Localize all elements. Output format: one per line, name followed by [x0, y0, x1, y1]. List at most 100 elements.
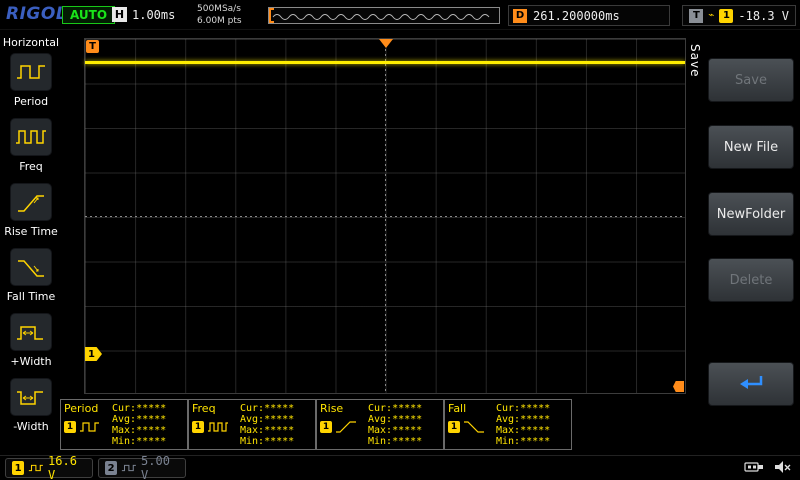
sidebar-item-label: +Width: [10, 355, 51, 368]
trigger-readout-group[interactable]: T ⌁ 1 -18.3 V: [682, 5, 796, 26]
horizontal-label: H: [112, 7, 127, 22]
sidebar-item-freq[interactable]: Freq: [0, 115, 62, 179]
save-menu-panel: Save Save New File NewFolder Delete: [686, 30, 800, 455]
sidebar-title: Horizontal: [0, 30, 62, 49]
measurement-freq[interactable]: Freq 1 Cur:***** Avg:***** Max:***** Min…: [188, 399, 316, 450]
confirm-return-button[interactable]: [708, 362, 794, 406]
waveform-display-area[interactable]: T 1: [84, 38, 686, 394]
trigger-corner-marker: T: [86, 40, 99, 53]
sample-rate: 500MSa/s: [197, 3, 242, 15]
sidebar-item-label: Rise Time: [4, 225, 58, 238]
run-status-badge[interactable]: AUTO: [62, 6, 115, 24]
measurement-cur: Cur:*****: [496, 403, 568, 414]
measurement-channel-badge: 1: [448, 421, 460, 433]
trigger-edge-icon: ⌁: [708, 10, 714, 21]
measurement-period[interactable]: Period 1 Cur:***** Avg:***** Max:***** M…: [60, 399, 188, 450]
preview-waveform-icon: [269, 8, 497, 23]
measurement-min: Min:*****: [240, 436, 312, 447]
freq-icon: [14, 124, 48, 150]
measurement-max: Max:*****: [240, 425, 312, 436]
period-glyph-icon: [78, 419, 102, 435]
sidebar-item-fall-time[interactable]: Fall Time: [0, 245, 62, 309]
measurement-rise[interactable]: Rise 1 Cur:***** Avg:***** Max:***** Min…: [316, 399, 444, 450]
channel2-scale-value: 5.00 V: [141, 454, 179, 480]
measurement-channel-badge: 1: [320, 421, 332, 433]
measure-sidebar: Horizontal Period Freq Rise Time Fall Ti…: [0, 30, 62, 455]
measurement-avg: Avg:*****: [112, 414, 184, 425]
measurement-max: Max:*****: [496, 425, 568, 436]
channel2-status[interactable]: 2 5.00 V: [98, 458, 186, 478]
measurement-fall[interactable]: Fall 1 Cur:***** Avg:***** Max:***** Min…: [444, 399, 572, 450]
return-arrow-icon: [731, 372, 771, 396]
sidebar-item-label: Fall Time: [7, 290, 56, 303]
status-icons: [744, 459, 792, 475]
measurement-cur: Cur:*****: [240, 403, 312, 414]
trigger-position-arrow-icon[interactable]: [379, 39, 393, 48]
period-icon: [14, 59, 48, 85]
measurement-name: Rise: [320, 402, 368, 415]
trigger-label: T: [689, 9, 703, 23]
sidebar-item-rise-time[interactable]: Rise Time: [0, 180, 62, 244]
menu-tab-save: Save: [688, 44, 702, 77]
sidebar-item-label: Period: [14, 95, 48, 108]
sidebar-item-plus-width[interactable]: +Width: [0, 310, 62, 374]
sidebar-item-period[interactable]: Period: [0, 50, 62, 114]
plus-width-icon: [14, 319, 48, 345]
fall-glyph-icon: [462, 419, 486, 435]
sidebar-item-label: -Width: [13, 420, 48, 433]
horizontal-timebase-group[interactable]: H 1.00ms: [112, 7, 175, 22]
speaker-icon[interactable]: [774, 459, 792, 475]
channel1-trace: [85, 61, 685, 64]
measurement-min: Min:*****: [112, 436, 184, 447]
channel1-coupling-icon: [28, 462, 44, 474]
measurement-avg: Avg:*****: [240, 414, 312, 425]
measurement-max: Max:*****: [368, 425, 440, 436]
rise-glyph-icon: [334, 419, 358, 435]
rigol-logo: RIGOL: [6, 4, 67, 24]
trigger-source-badge: 1: [719, 9, 733, 23]
new-folder-button[interactable]: NewFolder: [708, 192, 794, 236]
timebase-value: 1.00ms: [132, 8, 175, 22]
delay-readout-group[interactable]: D 261.200000ms: [508, 5, 670, 26]
channel1-scale-value: 16.6 V: [48, 454, 86, 480]
channel-status-bar: 1 16.6 V 2 5.00 V: [0, 455, 800, 480]
delay-position-marker-icon: [673, 381, 684, 392]
measurement-name: Freq: [192, 402, 240, 415]
measurement-channel-badge: 1: [64, 421, 76, 433]
measurement-cur: Cur:*****: [112, 403, 184, 414]
measurement-cur: Cur:*****: [368, 403, 440, 414]
measurement-min: Min:*****: [368, 436, 440, 447]
channel2-badge: 2: [105, 461, 117, 475]
waveform-preview-strip[interactable]: [268, 7, 500, 24]
sidebar-item-label: Freq: [19, 160, 43, 173]
rise-time-icon: [14, 189, 48, 215]
channel1-badge: 1: [12, 461, 24, 475]
channel2-coupling-icon: [121, 462, 137, 474]
new-file-button[interactable]: New File: [708, 125, 794, 169]
memory-depth: 6.00M pts: [197, 15, 242, 27]
measurement-channel-badge: 1: [192, 421, 204, 433]
measurement-strip: Period 1 Cur:***** Avg:***** Max:***** M…: [60, 399, 572, 450]
center-horizontal-gridline: [85, 216, 685, 217]
delay-value: 261.200000ms: [533, 9, 620, 23]
measurement-avg: Avg:*****: [496, 414, 568, 425]
measurement-max: Max:*****: [112, 425, 184, 436]
oscilloscope-screen: RIGOL AUTO H 1.00ms 500MSa/s 6.00M pts D…: [0, 0, 800, 480]
measurement-name: Fall: [448, 402, 496, 415]
trigger-level-value: -18.3 V: [738, 9, 789, 23]
usb-icon: [744, 459, 764, 475]
save-button[interactable]: Save: [708, 58, 794, 102]
delay-label: D: [513, 9, 527, 23]
measurement-min: Min:*****: [496, 436, 568, 447]
measurement-avg: Avg:*****: [368, 414, 440, 425]
channel1-status[interactable]: 1 16.6 V: [5, 458, 93, 478]
delete-button[interactable]: Delete: [708, 258, 794, 302]
fall-time-icon: [14, 254, 48, 280]
measurement-name: Period: [64, 402, 112, 415]
preview-window-bracket-icon: [269, 8, 274, 23]
sidebar-item-minus-width[interactable]: -Width: [0, 375, 62, 439]
minus-width-icon: [14, 384, 48, 410]
freq-glyph-icon: [206, 419, 230, 435]
acquisition-info: 500MSa/s 6.00M pts: [197, 3, 242, 27]
channel1-level-marker[interactable]: 1: [85, 347, 102, 361]
